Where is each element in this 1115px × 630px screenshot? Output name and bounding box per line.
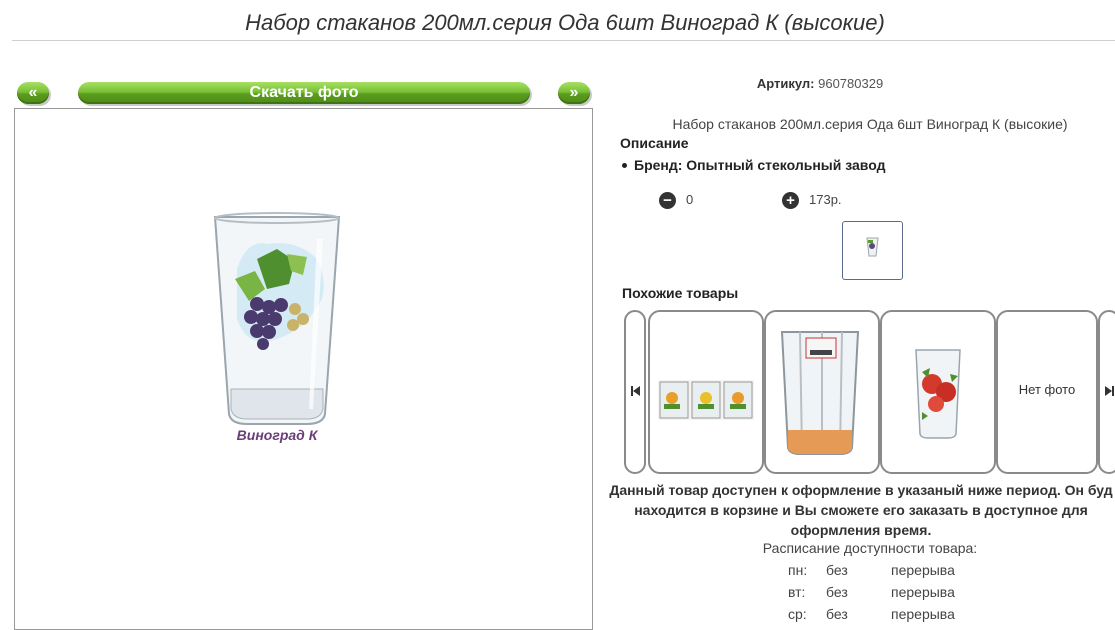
article-value: 960780329: [818, 76, 884, 91]
schedule-from: без: [826, 606, 848, 622]
no-photo-label: Нет фото: [1018, 382, 1076, 397]
similar-heading: Похожие товары: [622, 285, 739, 301]
brand-item: Бренд: Опытный стекольный завод: [622, 157, 885, 173]
next-photo-button[interactable]: »: [558, 82, 590, 104]
skip-forward-icon: [1105, 386, 1114, 396]
similar-item-2[interactable]: [764, 310, 880, 474]
price-value: 173р.: [809, 192, 842, 207]
faceted-glass-image: [780, 331, 860, 455]
similar-item-3[interactable]: [880, 310, 996, 474]
schedule-to: перерыва: [891, 584, 955, 600]
minus-icon[interactable]: −: [659, 192, 676, 210]
title-divider: [12, 40, 1115, 41]
plus-icon[interactable]: +: [782, 192, 799, 210]
glasses-set-image: [658, 380, 754, 420]
schedule-from: без: [826, 584, 848, 600]
article-line: Артикул: 960780329: [620, 76, 1020, 91]
apple-glass-image: [915, 349, 961, 439]
product-photo-frame: Виноград К: [14, 108, 593, 630]
skip-back-icon: [631, 386, 640, 396]
schedule-to: перерыва: [891, 606, 955, 622]
schedule-day: ср:: [788, 606, 807, 622]
prev-photo-button[interactable]: «: [17, 82, 49, 104]
product-name-line: Набор стаканов 200мл.серия Ода 6шт Виног…: [672, 116, 1068, 132]
price-control: +173р.: [782, 192, 842, 210]
download-photo-button[interactable]: Скачать фото: [78, 82, 530, 104]
brand-text: Бренд: Опытный стекольный завод: [634, 157, 886, 173]
thumbnail-image: [866, 237, 879, 257]
similar-item-1[interactable]: [648, 310, 764, 474]
description-heading: Описание: [620, 135, 689, 151]
carousel-next-button[interactable]: [1098, 310, 1115, 474]
schedule-from: без: [826, 562, 848, 578]
schedule-title: Расписание доступности товара:: [762, 540, 978, 556]
schedule-day: пн:: [788, 562, 808, 578]
availability-notice: Данный товар доступен к оформление в ука…: [609, 482, 1113, 538]
bullet-icon: [622, 162, 627, 168]
page-title: Набор стаканов 200мл.серия Ода 6шт Виног…: [245, 10, 885, 35]
quantity-control: −0: [659, 192, 694, 210]
photo-caption: Виноград К: [236, 427, 318, 443]
schedule-day: вт:: [788, 584, 806, 600]
photo-thumbnail[interactable]: [842, 221, 903, 280]
article-label: Артикул:: [756, 76, 815, 91]
similar-item-4[interactable]: Нет фото: [996, 310, 1098, 474]
carousel-prev-button[interactable]: [624, 310, 646, 474]
quantity-value: 0: [686, 192, 694, 207]
schedule-to: перерыва: [891, 562, 955, 578]
